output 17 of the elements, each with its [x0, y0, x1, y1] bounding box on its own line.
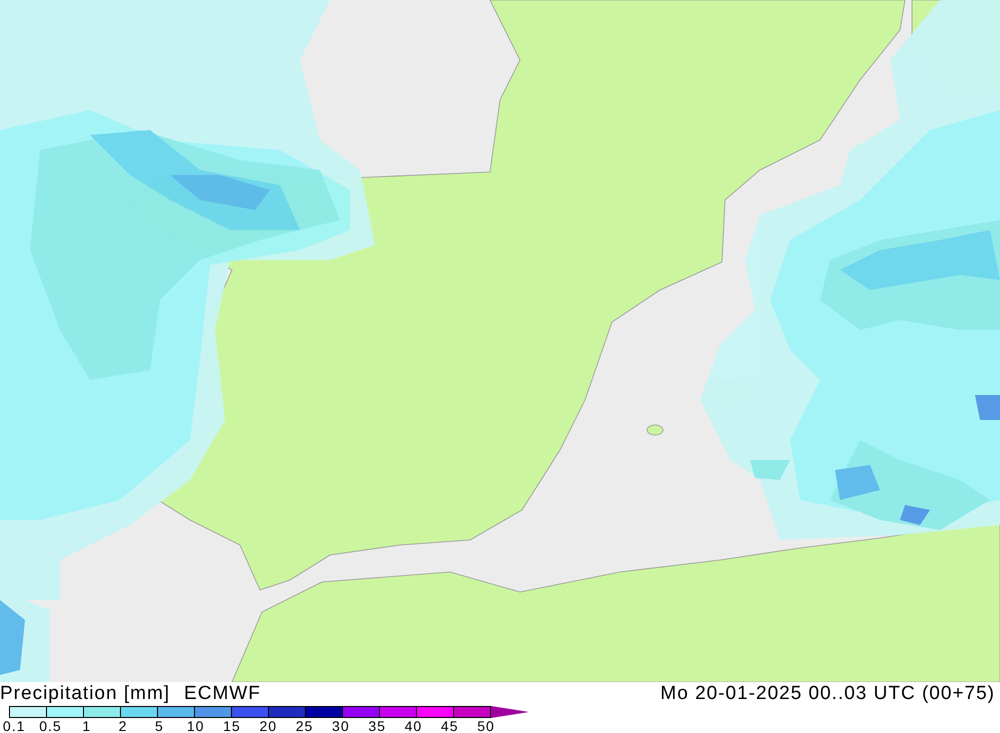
scale-label: 5 — [154, 719, 165, 733]
scale-label: 30 — [331, 719, 351, 733]
scale-label: 20 — [258, 719, 278, 733]
scale-label: 10 — [186, 719, 206, 733]
scale-label: 0.5 — [38, 719, 63, 733]
scale-label: 50 — [476, 719, 496, 733]
scale-label: 1 — [81, 719, 92, 733]
scale-label: 40 — [404, 719, 424, 733]
scale-label: 25 — [294, 719, 314, 733]
model-name: ECMWF — [184, 682, 261, 706]
map-title: Precipitation [mm] — [0, 682, 170, 706]
scale-label: 35 — [367, 719, 387, 733]
scale-label: 15 — [222, 719, 242, 733]
scale-label: 45 — [440, 719, 460, 733]
valid-time: Mo 20-01-2025 00..03 UTC (00+75) — [660, 682, 995, 706]
scale-label: 0.1 — [2, 719, 26, 733]
scale-label: 2 — [118, 719, 128, 733]
